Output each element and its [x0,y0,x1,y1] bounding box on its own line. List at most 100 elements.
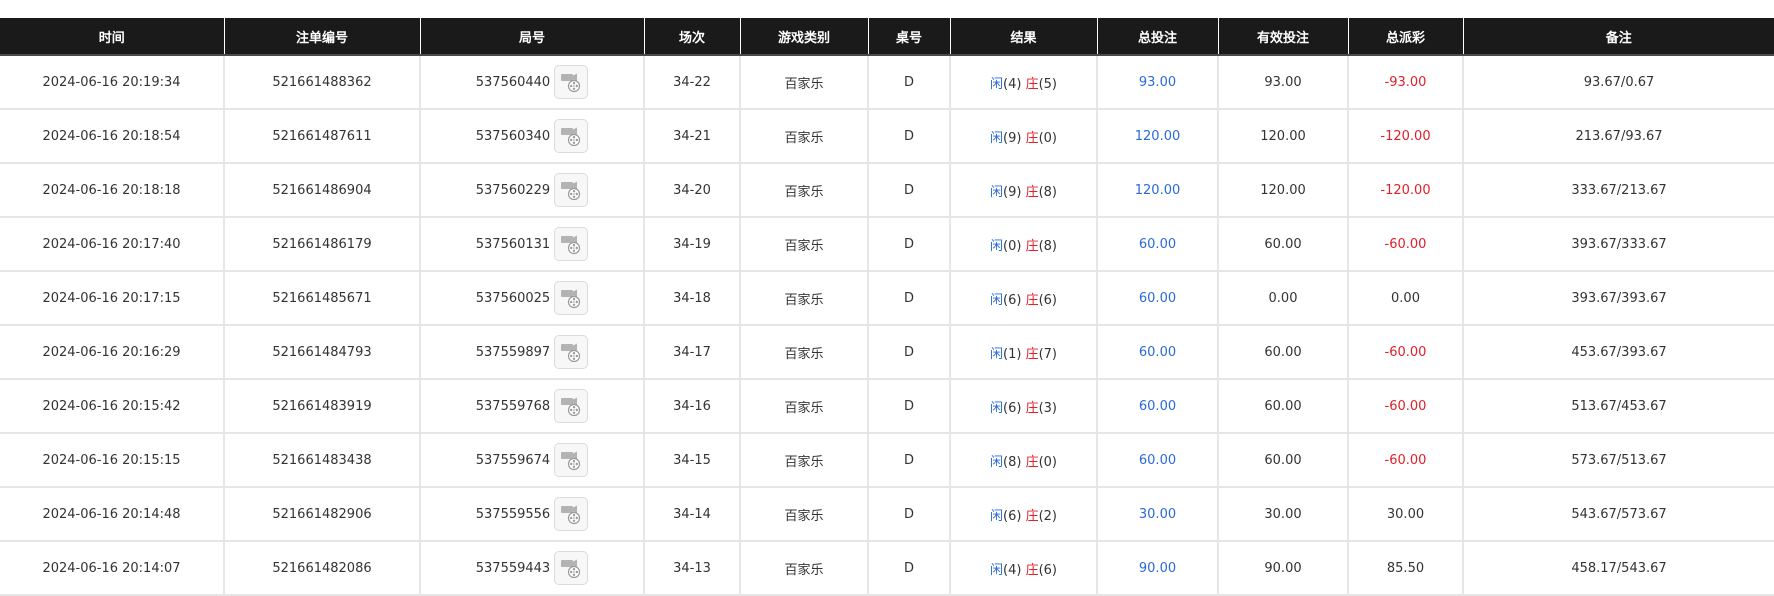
result-player-label: 闲 [989,346,1003,362]
cell-total-bet: 120.00 [1096,109,1218,164]
col-header-round: 局号 [419,18,645,56]
cell-time: 2024-06-16 20:16:29 [0,325,224,380]
round-number: 537559768 [475,398,551,414]
round-number: 537559443 [475,560,551,576]
table-row: 2024-06-16 20:17:40 521661486179 5375601… [0,217,1774,272]
cell-valid-bet: 60.00 [1217,379,1348,434]
result-banker-label: 庄 [1025,76,1039,92]
cell-round: 537560229 [419,163,644,218]
cell-time: 2024-06-16 20:14:07 [0,541,224,596]
cell-table: D [867,541,950,596]
result-player-label: 闲 [989,454,1003,470]
result-player-score: (0) [1003,238,1022,254]
cell-total-bet: 60.00 [1096,325,1218,380]
replay-video-button[interactable] [554,335,589,369]
result-player-score: (1) [1003,346,1022,362]
replay-video-button[interactable] [554,119,589,153]
cell-table: D [867,55,950,110]
cell-round: 537559674 [419,433,644,488]
cell-payout: -60.00 [1347,325,1463,380]
cell-valid-bet: 120.00 [1217,163,1348,218]
cell-remark: 213.67/93.67 [1462,109,1774,164]
col-header-game-type: 游戏类别 [739,18,869,56]
cell-bet-id: 521661483919 [223,379,420,434]
cell-bet-id: 521661488362 [223,55,420,110]
result-player-score: (6) [1003,508,1022,524]
video-camera-replay-icon [561,343,581,363]
result-player-score: (6) [1003,292,1022,308]
result-player-score: (4) [1003,562,1022,578]
cell-game-type: 百家乐 [739,217,868,272]
cell-total-bet: 93.00 [1096,55,1218,110]
cell-time: 2024-06-16 20:15:42 [0,379,224,434]
cell-session: 34-15 [643,433,740,488]
result-player-label: 闲 [989,400,1003,416]
table-row: 2024-06-16 20:14:48 521661482906 5375595… [0,487,1774,542]
video-camera-replay-icon [561,127,581,147]
cell-table: D [867,487,950,542]
cell-total-bet: 30.00 [1096,487,1218,542]
cell-payout: -60.00 [1347,379,1463,434]
result-banker-score: (2) [1038,508,1057,524]
result-banker-score: (0) [1038,454,1057,470]
result-player-label: 闲 [989,292,1003,308]
cell-payout: -93.00 [1347,55,1463,110]
cell-bet-id: 521661484793 [223,325,420,380]
cell-valid-bet: 120.00 [1217,109,1348,164]
cell-time: 2024-06-16 20:15:15 [0,433,224,488]
cell-time: 2024-06-16 20:18:54 [0,109,224,164]
cell-session: 34-18 [643,271,740,326]
col-header-remark: 备注 [1462,18,1774,56]
cell-result: 闲(4) 庄(5) [949,55,1097,110]
replay-video-button[interactable] [554,65,589,99]
result-banker-label: 庄 [1025,400,1039,416]
cell-result: 闲(1) 庄(7) [949,325,1097,380]
result-banker-label: 庄 [1025,184,1039,200]
cell-total-bet: 60.00 [1096,433,1218,488]
col-header-table: 桌号 [867,18,951,56]
result-banker-score: (5) [1038,76,1057,92]
cell-game-type: 百家乐 [739,433,868,488]
table-header-row: 时间 注单编号 局号 场次 游戏类别 桌号 结果 总投注 有效投注 总派彩 备注 [0,18,1774,56]
cell-session: 34-22 [643,55,740,110]
table-row: 2024-06-16 20:16:29 521661484793 5375598… [0,325,1774,380]
cell-time: 2024-06-16 20:14:48 [0,487,224,542]
result-banker-score: (7) [1038,346,1057,362]
replay-video-button[interactable] [554,227,589,261]
result-banker-label: 庄 [1025,238,1039,254]
replay-video-button[interactable] [554,497,589,531]
round-number: 537560340 [475,128,551,144]
cell-game-type: 百家乐 [739,55,868,110]
cell-remark: 393.67/333.67 [1462,217,1774,272]
result-banker-label: 庄 [1025,562,1039,578]
round-number: 537559897 [475,344,551,360]
round-number: 537560025 [475,290,551,306]
video-camera-replay-icon [561,235,581,255]
replay-video-button[interactable] [554,551,589,585]
cell-remark: 393.67/393.67 [1462,271,1774,326]
cell-round: 537559768 [419,379,644,434]
cell-round: 537560440 [419,55,644,110]
replay-video-button[interactable] [554,389,589,423]
video-camera-replay-icon [561,397,581,417]
result-player-label: 闲 [989,184,1003,200]
cell-result: 闲(6) 庄(3) [949,379,1097,434]
replay-video-button[interactable] [554,443,589,477]
cell-remark: 453.67/393.67 [1462,325,1774,380]
cell-game-type: 百家乐 [739,271,868,326]
cell-remark: 513.67/453.67 [1462,379,1774,434]
result-player-label: 闲 [989,238,1003,254]
cell-game-type: 百家乐 [739,325,868,380]
cell-total-bet: 60.00 [1096,379,1218,434]
cell-valid-bet: 60.00 [1217,217,1348,272]
cell-session: 34-20 [643,163,740,218]
result-banker-score: (8) [1038,184,1057,200]
cell-payout: -120.00 [1347,109,1463,164]
result-banker-score: (0) [1038,130,1057,146]
replay-video-button[interactable] [554,281,589,315]
cell-payout: -60.00 [1347,433,1463,488]
cell-bet-id: 521661487611 [223,109,420,164]
replay-video-button[interactable] [554,173,589,207]
round-number: 537559556 [475,506,551,522]
cell-session: 34-19 [643,217,740,272]
